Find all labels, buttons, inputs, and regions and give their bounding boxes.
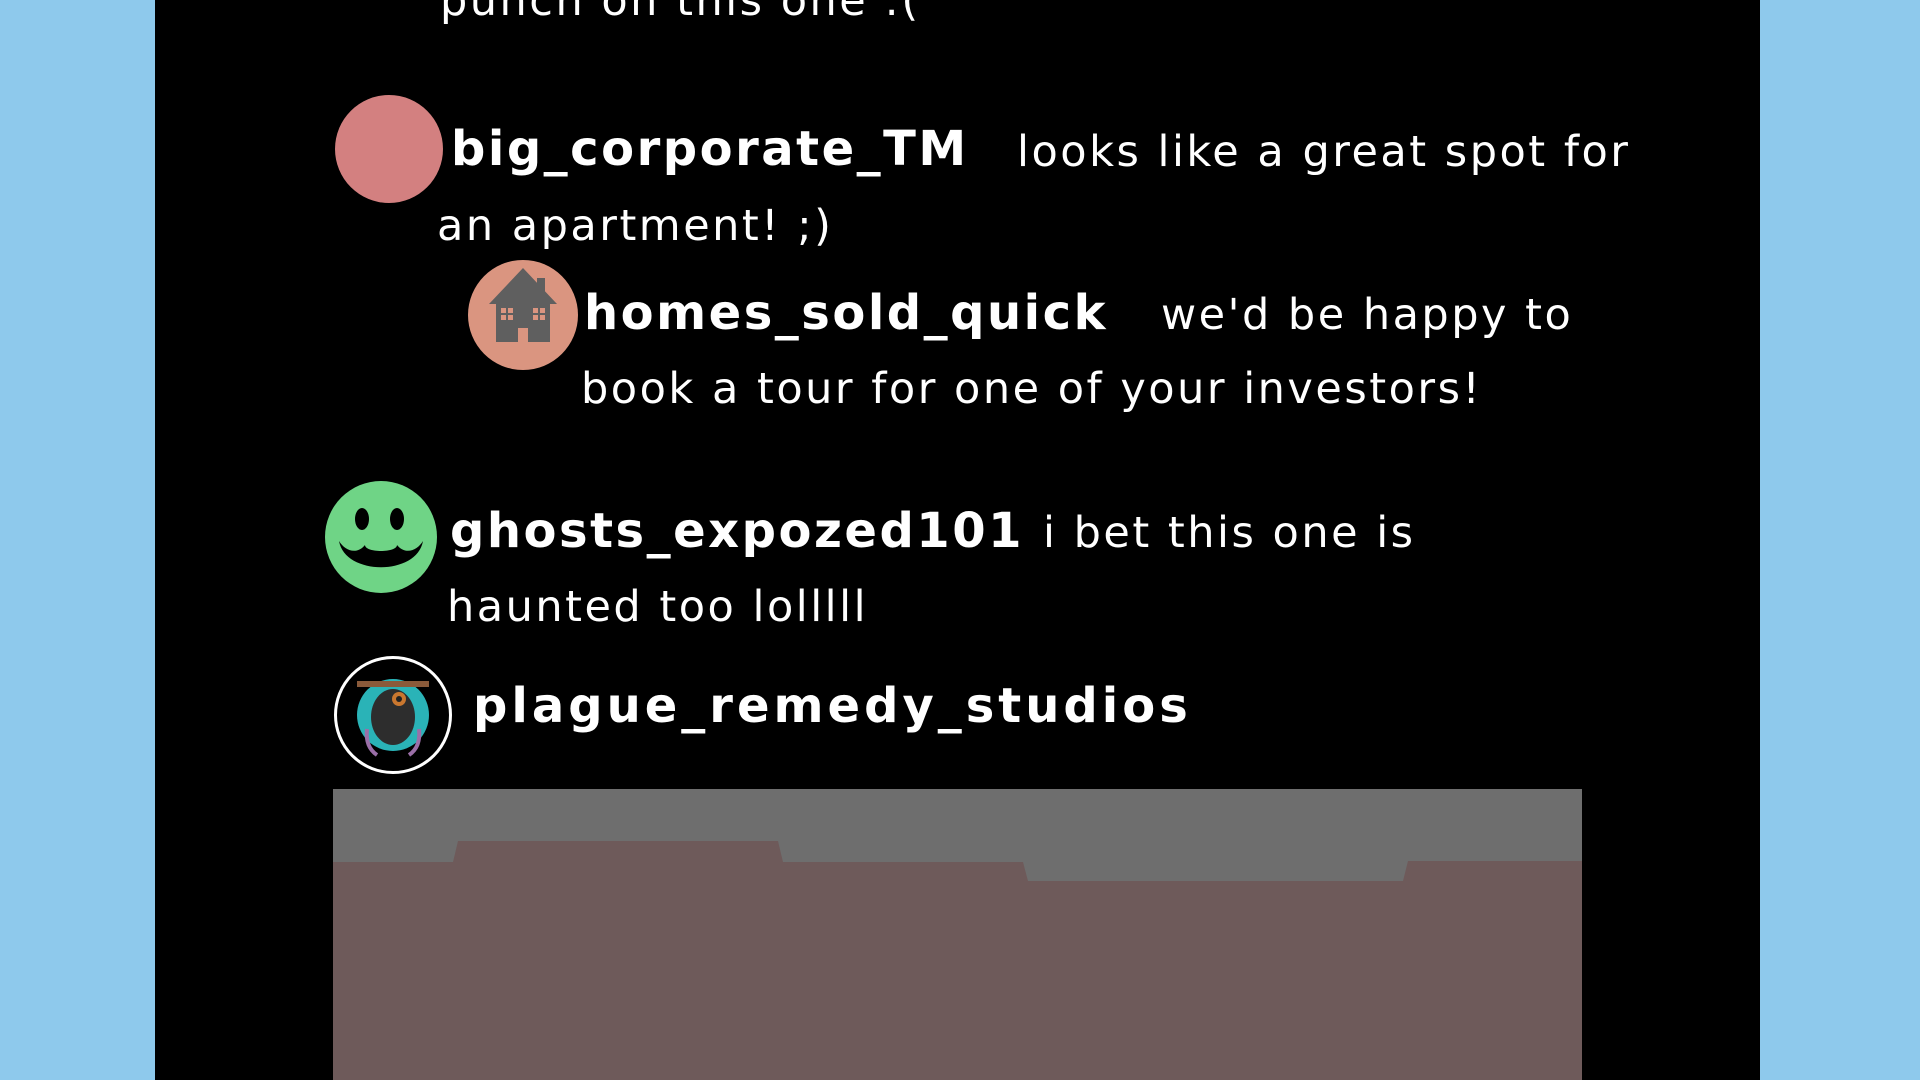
avatar-ghosts-expozed[interactable] [325,481,437,593]
avatar-plague-remedy[interactable] [334,656,452,774]
comment-text-line1: i bet this one is [1043,508,1416,558]
plague-doctor-icon [357,679,429,757]
username-homes-sold-quick[interactable]: homes_sold_quick [584,285,1108,341]
username-ghosts-expozed[interactable]: ghosts_expozed101 [450,503,1024,559]
comment-feed-panel: punch on this one :( big_corporate_TM lo… [155,0,1760,1080]
previous-comment-text: punch on this one :( [440,0,921,26]
smiley-face-icon [339,508,423,568]
building-silhouette [333,841,1582,1080]
reply-text-line1: we'd be happy to [1161,290,1574,340]
reply-text-line2: book a tour for one of your investors! [581,364,1483,414]
comment-text-line2: an apartment! ;) [437,201,834,251]
house-icon [489,268,557,342]
comment-text-line1: looks like a great spot for [1017,127,1631,177]
post-image[interactable] [333,789,1582,1080]
comment-text-line2: haunted too lolllll [447,582,869,632]
username-plague-remedy[interactable]: plague_remedy_studios [473,678,1192,734]
username-big-corporate[interactable]: big_corporate_TM [451,121,969,177]
avatar-big-corporate[interactable] [335,95,443,203]
avatar-homes-sold-quick[interactable] [468,260,578,370]
